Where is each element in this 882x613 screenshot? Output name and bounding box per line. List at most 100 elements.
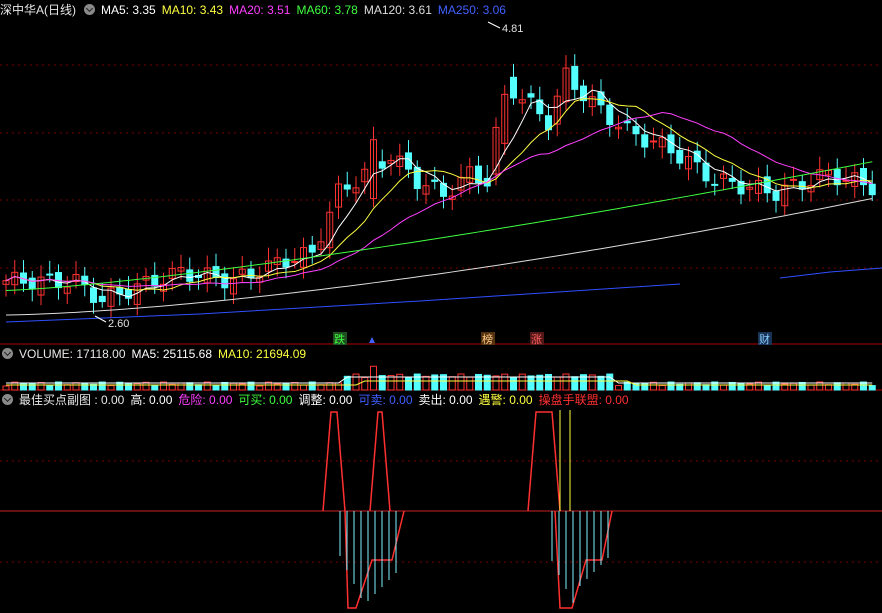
volume-bar (291, 381, 299, 391)
ma10-line (5, 98, 873, 291)
candle-body (790, 178, 797, 181)
volume-bar (562, 373, 570, 391)
volume-bar (790, 382, 797, 391)
volume-bar (571, 376, 579, 391)
volume-bar (448, 376, 456, 391)
volume-bar (597, 375, 605, 391)
volume-bar (352, 373, 360, 391)
arrow-up-icon (369, 337, 375, 343)
volume-bar (326, 382, 334, 391)
ma250-line (779, 267, 882, 279)
volume-bar (842, 382, 850, 391)
volume-bar (46, 384, 54, 391)
volume-bar (798, 381, 806, 391)
volume-bar (37, 381, 45, 391)
candle-body (650, 140, 657, 143)
volume-bar (422, 375, 430, 391)
volume-bar (693, 382, 701, 391)
low-price-label: 2.60 (108, 318, 129, 330)
candle-body (431, 179, 439, 182)
volume-bar (615, 385, 622, 391)
volume-bar (466, 376, 474, 391)
candle-body (247, 268, 255, 279)
candle-body (641, 134, 649, 148)
candle-body (711, 183, 719, 186)
event-marker: 财 (759, 332, 770, 346)
volume-bar (177, 382, 185, 391)
candle-body (291, 261, 299, 264)
volume-bar (28, 382, 36, 391)
volume-bar (728, 381, 736, 391)
ma20-line (5, 111, 873, 287)
volume-bar (387, 375, 395, 391)
candle-body (46, 273, 54, 276)
volume-bar (868, 385, 876, 391)
volume-bar (81, 382, 89, 391)
volume-bar (720, 384, 727, 391)
volume-bar (230, 382, 237, 391)
event-marker: 涨 (531, 333, 542, 346)
volume-bar (186, 382, 194, 391)
volume-bar (685, 382, 692, 391)
volume-bar (2, 385, 10, 391)
volume-bar (825, 384, 832, 391)
volume-bar (378, 375, 386, 391)
volume-bar (737, 382, 745, 391)
volume-bar (72, 382, 80, 391)
volume-bar (256, 385, 264, 391)
candle-body (606, 104, 614, 125)
volume-bar (370, 365, 377, 391)
candle-body (28, 277, 36, 290)
signal-trough (554, 510, 613, 609)
volume-bar (702, 384, 710, 391)
candle-body (378, 161, 386, 169)
signal-peak (527, 411, 561, 512)
volume-bar (658, 385, 666, 391)
volume-bar (151, 385, 159, 391)
event-marker: 跌 (334, 332, 345, 346)
candle-body (833, 169, 841, 186)
volume-bar (763, 385, 771, 391)
volume-bar (457, 373, 465, 391)
volume-ma5-line (6, 376, 873, 384)
volume-bar (300, 384, 307, 391)
candle-body (308, 244, 316, 253)
ma120-line (5, 198, 873, 316)
volume-bar (405, 377, 412, 391)
volume-bar (833, 382, 841, 391)
volume-bar (107, 385, 115, 391)
volume-bar (361, 377, 369, 391)
candle-body (868, 183, 876, 196)
volume-bar (413, 373, 421, 391)
candle-body (413, 166, 421, 190)
volume-bar (282, 382, 290, 391)
candlestick-chart[interactable]: 4.81 2.60 跌 榜 涨 财 (0, 0, 882, 613)
candle-body (343, 184, 351, 190)
volume-bar (527, 375, 535, 391)
candle-body (98, 295, 106, 303)
volume-bar (63, 384, 71, 391)
candle-body (186, 269, 194, 282)
volume-bar (492, 375, 500, 391)
candle-body (90, 287, 97, 303)
volume-bar (510, 377, 517, 391)
candle-body (510, 76, 517, 99)
candle-body (571, 65, 579, 90)
candle-body (676, 149, 684, 164)
candle-body (772, 190, 780, 201)
candle-body (632, 126, 640, 135)
high-pointer (487, 21, 501, 29)
volume-bar (221, 381, 229, 391)
event-marker: 榜 (482, 332, 493, 346)
volume-bar (807, 384, 815, 391)
volume-bar (553, 376, 561, 391)
high-price-label: 4.81 (502, 23, 523, 35)
volume-bar (606, 373, 614, 391)
low-pointer (94, 315, 107, 323)
candle-body (527, 93, 535, 98)
candle-body (798, 181, 806, 190)
volume-bar (335, 382, 342, 391)
volume-bar (317, 384, 325, 391)
volume-bar (195, 384, 202, 391)
candle-body (702, 162, 710, 182)
